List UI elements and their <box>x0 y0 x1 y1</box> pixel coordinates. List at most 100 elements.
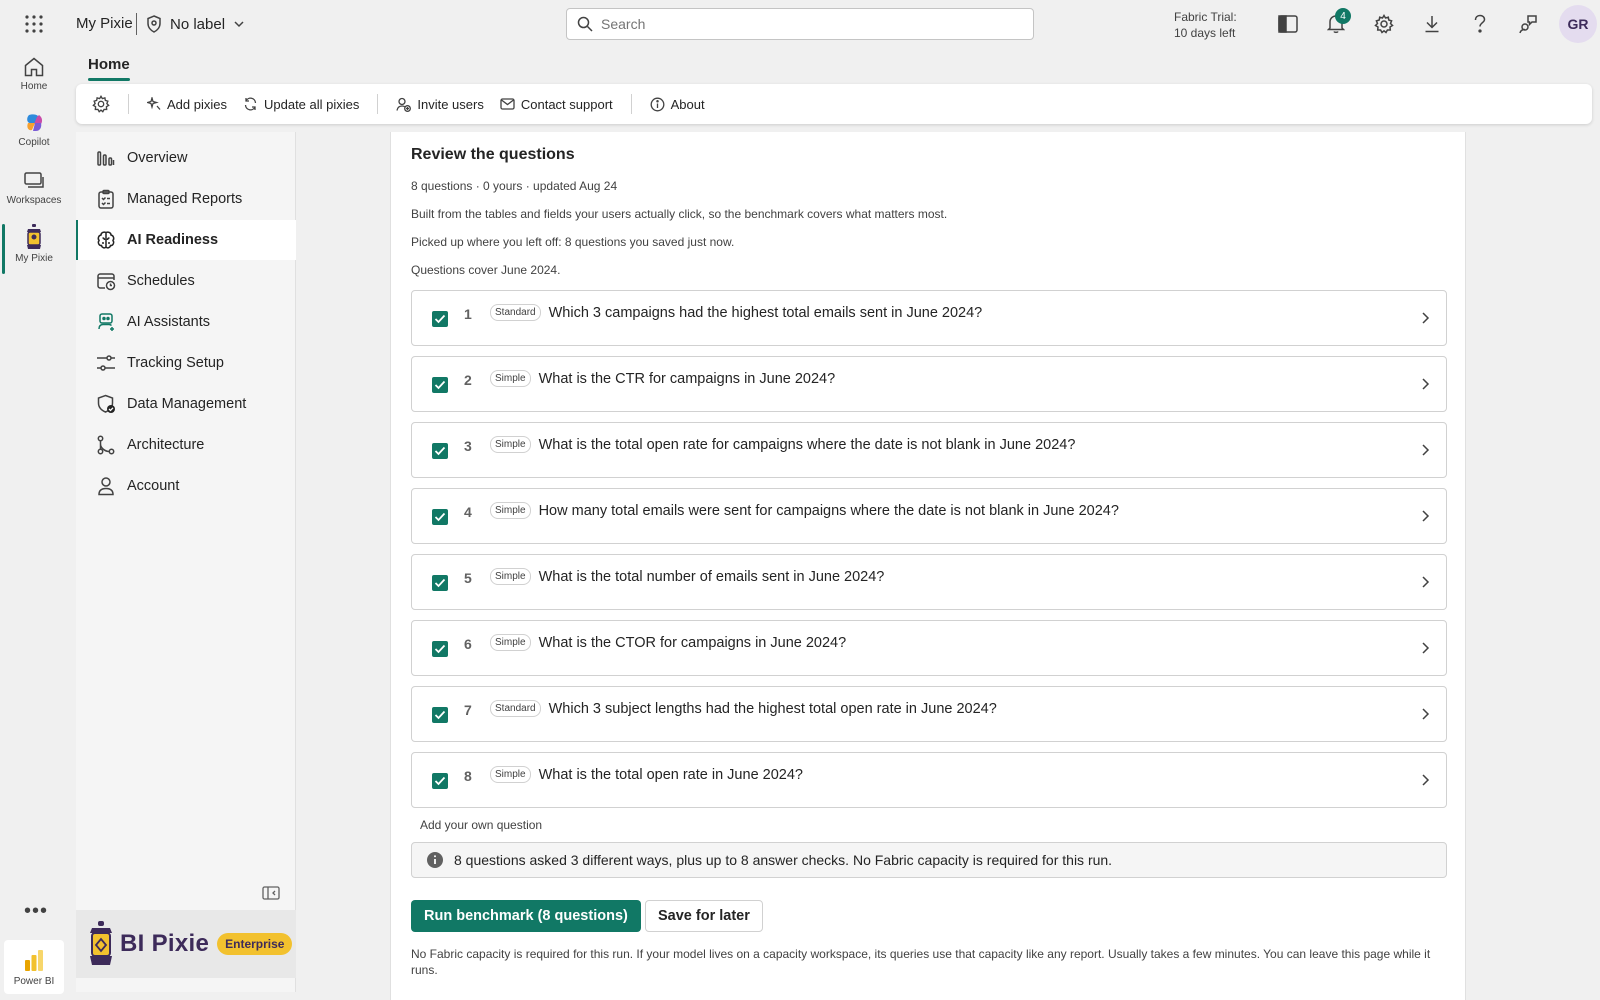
app-name[interactable]: My Pixie <box>76 15 133 32</box>
run-footnote: No Fabric capacity is required for this … <box>411 947 1431 977</box>
question-checkbox[interactable] <box>432 509 448 525</box>
difficulty-tag: Standard <box>490 304 541 321</box>
chevron-right-icon[interactable] <box>1420 575 1430 589</box>
chevron-right-icon[interactable] <box>1420 707 1430 721</box>
question-content: Simple What is the total open rate in Ju… <box>490 766 803 783</box>
invite-users-button[interactable]: Invite users <box>388 90 491 118</box>
brain-icon <box>96 230 116 250</box>
avatar[interactable]: GR <box>1559 5 1597 43</box>
question-card[interactable]: 6 Simple What is the CTOR for campaigns … <box>411 620 1447 676</box>
question-card[interactable]: 2 Simple What is the CTR for campaigns i… <box>411 356 1447 412</box>
nav-item-ai-readiness[interactable]: AI Readiness <box>76 220 296 260</box>
nav-item-account[interactable]: Account <box>76 466 296 506</box>
settings-gear-icon[interactable] <box>1372 12 1396 36</box>
brand-footer: BI Pixie Enterprise <box>76 910 296 978</box>
nav-item-data-management[interactable]: Data Management <box>76 384 296 424</box>
chevron-right-icon[interactable] <box>1420 443 1430 457</box>
content-panel: Overview Managed Reports AI Readiness Sc… <box>76 132 1592 1000</box>
trial-status[interactable]: Fabric Trial: 10 days left <box>1174 9 1237 41</box>
rail-item-home[interactable]: Home <box>0 56 68 92</box>
nav-item-overview[interactable]: Overview <box>76 138 296 178</box>
mail-icon <box>500 98 515 110</box>
trial-days-left: 10 days left <box>1174 26 1236 40</box>
description-line: Built from the tables and fields your us… <box>411 207 948 221</box>
coverage-note: Questions cover June 2024. <box>411 263 561 277</box>
nav-item-ai-assistants[interactable]: AI Assistants <box>76 302 296 342</box>
question-checkbox[interactable] <box>432 575 448 591</box>
rail-item-copilot[interactable]: Copilot <box>0 112 68 148</box>
question-checkbox[interactable] <box>432 443 448 459</box>
nav-item-tracking-setup[interactable]: Tracking Setup <box>76 343 296 383</box>
question-card[interactable]: 3 Simple What is the total open rate for… <box>411 422 1447 478</box>
chevron-right-icon[interactable] <box>1420 509 1430 523</box>
chevron-right-icon[interactable] <box>1420 377 1430 391</box>
app-launcher-icon[interactable] <box>24 14 44 34</box>
toolbar-divider <box>128 94 129 114</box>
settings-button[interactable] <box>76 90 118 118</box>
panel-toggle-icon[interactable] <box>1276 12 1300 36</box>
nav-label: AI Readiness <box>127 232 219 248</box>
nav-item-architecture[interactable]: Architecture <box>76 425 296 465</box>
search-box[interactable] <box>566 8 1034 40</box>
help-question-icon[interactable] <box>1468 12 1492 36</box>
page-title: Review the questions <box>411 146 575 163</box>
more-options-icon[interactable]: ••• <box>24 900 48 923</box>
update-all-pixies-button[interactable]: Update all pixies <box>235 90 367 118</box>
nav-label: Managed Reports <box>127 191 243 207</box>
question-content: Simple How many total emails were sent f… <box>490 502 1119 519</box>
search-input[interactable] <box>601 16 1001 32</box>
about-button[interactable]: About <box>642 90 713 118</box>
question-text: What is the total open rate for campaign… <box>538 436 1076 453</box>
nav-label: Schedules <box>127 273 195 289</box>
question-checkbox[interactable] <box>432 641 448 657</box>
rail-item-workspaces[interactable]: Workspaces <box>0 170 68 206</box>
question-card[interactable]: 7 Standard Which 3 subject lengths had t… <box>411 686 1447 742</box>
rail-item-my-pixie[interactable]: My Pixie <box>0 224 68 274</box>
refresh-icon <box>243 97 258 111</box>
pixie-lantern-icon <box>23 224 45 250</box>
question-checkbox[interactable] <box>432 773 448 789</box>
rail-label: Home <box>20 81 48 92</box>
question-content: Simple What is the CTR for campaigns in … <box>490 370 835 387</box>
difficulty-tag: Simple <box>490 766 531 783</box>
question-card[interactable]: 4 Simple How many total emails were sent… <box>411 488 1447 544</box>
question-checkbox[interactable] <box>432 311 448 327</box>
home-icon <box>23 56 45 78</box>
save-for-later-button[interactable]: Save for later <box>645 900 763 932</box>
nav-item-managed-reports[interactable]: Managed Reports <box>76 179 296 219</box>
share-feedback-icon[interactable] <box>1516 12 1540 36</box>
trial-label: Fabric Trial: <box>1174 10 1237 24</box>
gear-icon <box>92 95 110 113</box>
question-checkbox[interactable] <box>432 707 448 723</box>
nav-label: Architecture <box>127 437 205 453</box>
rail-label: Copilot <box>18 137 50 148</box>
difficulty-tag: Simple <box>490 502 531 519</box>
contact-support-button[interactable]: Contact support <box>492 90 621 118</box>
chevron-right-icon[interactable] <box>1420 773 1430 787</box>
sensitivity-label-text: No label <box>170 15 226 33</box>
resume-notice: Picked up where you left off: 8 question… <box>411 235 735 249</box>
add-pixies-button[interactable]: Add pixies <box>139 90 235 118</box>
power-bi-label: Power BI <box>13 976 55 987</box>
toolbar: Add pixies Update all pixies Invite user… <box>76 84 1592 124</box>
nav-item-schedules[interactable]: Schedules <box>76 261 296 301</box>
tab-home[interactable]: Home <box>88 56 130 81</box>
add-own-question-link[interactable]: Add your own question <box>420 818 542 832</box>
question-number: 5 <box>464 570 472 586</box>
question-card[interactable]: 1 Standard Which 3 campaigns had the hig… <box>411 290 1447 346</box>
questions-meta: 8 questions · 0 yours · updated Aug 24 <box>411 179 618 193</box>
sensitivity-label-button[interactable]: No label <box>146 11 245 37</box>
nav-label: Overview <box>127 150 188 166</box>
run-benchmark-button[interactable]: Run benchmark (8 questions) <box>411 900 641 932</box>
question-number: 3 <box>464 438 472 454</box>
question-card[interactable]: 8 Simple What is the total open rate in … <box>411 752 1447 808</box>
power-bi-switcher[interactable]: Power BI <box>4 940 64 994</box>
question-card[interactable]: 5 Simple What is the total number of ema… <box>411 554 1447 610</box>
download-icon[interactable] <box>1420 12 1444 36</box>
chevron-right-icon[interactable] <box>1420 311 1430 325</box>
chevron-right-icon[interactable] <box>1420 641 1430 655</box>
collapse-sidebar-icon[interactable] <box>262 886 280 900</box>
question-number: 7 <box>464 702 472 718</box>
question-checkbox[interactable] <box>432 377 448 393</box>
divider <box>136 13 137 35</box>
